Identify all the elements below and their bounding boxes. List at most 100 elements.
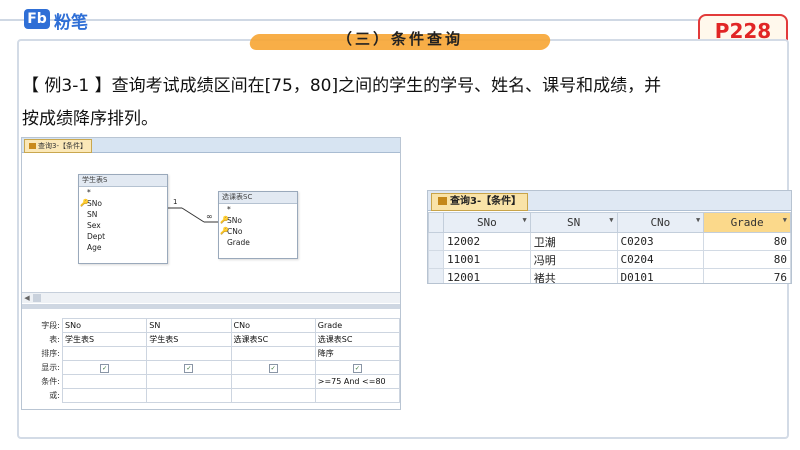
table-field[interactable]: *	[219, 204, 297, 215]
student-table-fields: * 🔑 SNo SN Sex Dept Age	[79, 187, 167, 253]
horizontal-scrollbar[interactable]: ◀	[22, 292, 400, 303]
design-grid-cell[interactable]	[146, 346, 232, 361]
fenbi-logo-icon: Fb	[24, 9, 50, 29]
design-grid-cell[interactable]	[230, 374, 316, 389]
table-field-name: Sex	[87, 221, 101, 230]
design-grid-cell[interactable]: 学生表S	[61, 332, 148, 347]
result-cell[interactable]: 褚共	[529, 268, 618, 283]
primary-key-icon: 🔑	[80, 199, 89, 207]
dropdown-arrow-icon[interactable]: ▼	[783, 216, 787, 224]
scroll-left-icon[interactable]: ◀	[23, 294, 31, 302]
design-grid-cell[interactable]: >=75 And <=80	[314, 374, 400, 389]
student-table-box[interactable]: 学生表S * 🔑 SNo SN Sex Dept Age	[78, 174, 168, 264]
design-grid-cell[interactable]	[230, 346, 316, 361]
table-row[interactable]: 11001 冯明 C0204 80	[428, 250, 791, 269]
table-row[interactable]: 12001 褚共 D0101 76	[428, 268, 791, 283]
design-grid-cell[interactable]	[61, 374, 148, 389]
design-grid-cell[interactable]: SN	[146, 318, 232, 333]
column-header-cno[interactable]: CNo ▼	[616, 212, 705, 233]
table-field[interactable]: 🔑 SNo	[79, 198, 167, 209]
table-field-name: CNo	[227, 227, 243, 236]
row-selector-header	[428, 212, 444, 233]
column-header-grade[interactable]: Grade ▼	[703, 212, 791, 233]
table-field[interactable]: 🔑 CNo	[219, 226, 297, 237]
design-grid-cell[interactable]: 选课表SC	[230, 332, 316, 347]
result-cell[interactable]: 12001	[443, 268, 531, 283]
result-cell[interactable]: 80	[703, 250, 791, 269]
query-design-window: 查询3-【条件】 1 ∞ 学生表S * 🔑 SNo SN Sex Dept Age 选课表S…	[21, 137, 401, 410]
show-checkbox[interactable]: ✓	[100, 363, 110, 373]
design-grid-row: 显示: ✓ ✓ ✓ ✓	[22, 360, 400, 375]
scroll-thumb[interactable]	[33, 294, 41, 302]
show-checkbox[interactable]: ✓	[184, 363, 194, 373]
dropdown-arrow-icon[interactable]: ▼	[696, 216, 700, 224]
design-grid-row-label: 显示:	[22, 360, 63, 375]
result-cell[interactable]: 卫潮	[529, 232, 618, 251]
design-grid-cell[interactable]: 选课表SC	[314, 332, 400, 347]
query-icon	[438, 197, 447, 205]
table-field-name: SNo	[227, 216, 242, 225]
table-field[interactable]: Age	[79, 242, 167, 253]
course-table-fields: * 🔑 SNo 🔑 CNo Grade	[219, 204, 297, 248]
result-tab[interactable]: 查询3-【条件】	[431, 193, 529, 211]
design-grid-row: 或:	[22, 388, 400, 403]
row-selector[interactable]	[428, 232, 444, 251]
design-grid-row: 条件: >=75 And <=80	[22, 374, 400, 389]
table-field-name: *	[227, 205, 231, 214]
design-grid-cell[interactable]: Grade	[314, 318, 400, 333]
result-cell[interactable]: C0204	[616, 250, 705, 269]
query-design-grid: 字段: SNo SN CNo Grade 表: 学生表S 学生表S 选课表SC 选课表SC 排序: 降…	[22, 318, 400, 403]
design-grid-cell[interactable]: 学生表S	[146, 332, 232, 347]
design-grid-cell[interactable]: ✓	[230, 360, 316, 375]
design-grid-cell[interactable]: ✓	[61, 360, 148, 375]
design-grid-cell[interactable]: 降序	[314, 346, 400, 361]
dropdown-arrow-icon[interactable]: ▼	[523, 216, 527, 224]
show-checkbox[interactable]: ✓	[352, 363, 362, 373]
design-grid-cell[interactable]: ✓	[146, 360, 232, 375]
show-checkbox[interactable]: ✓	[268, 363, 278, 373]
design-grid-cell[interactable]: ✓	[314, 360, 400, 375]
design-grid-cell[interactable]	[61, 388, 148, 403]
primary-key-icon: 🔑	[220, 227, 229, 235]
table-field[interactable]: SN	[79, 209, 167, 220]
result-cell[interactable]: 12002	[443, 232, 531, 251]
result-cell[interactable]: 80	[703, 232, 791, 251]
table-field[interactable]: Grade	[219, 237, 297, 248]
table-row[interactable]: 12002 卫潮 C0203 80	[428, 232, 791, 251]
column-header-sn[interactable]: SN ▼	[529, 212, 618, 233]
design-grid-cell[interactable]	[314, 388, 400, 403]
result-cell[interactable]: 冯明	[529, 250, 618, 269]
section-title-text: （三）条件查询	[336, 30, 463, 48]
design-grid-cell[interactable]: SNo	[61, 318, 148, 333]
table-field-name: *	[87, 188, 91, 197]
table-field[interactable]: Dept	[79, 231, 167, 242]
design-grid-cell[interactable]	[61, 346, 148, 361]
column-header-sno[interactable]: SNo ▼	[443, 212, 531, 233]
section-title: （三）条件查询	[248, 24, 552, 54]
column-header-label: CNo	[650, 216, 671, 229]
result-cell[interactable]: 76	[703, 268, 791, 283]
dropdown-arrow-icon[interactable]: ▼	[609, 216, 613, 224]
table-field[interactable]: *	[79, 187, 167, 198]
design-grid-cell[interactable]	[230, 388, 316, 403]
table-field[interactable]: 🔑 SNo	[219, 215, 297, 226]
relation-one-label: 1	[173, 198, 177, 206]
question-text: 【 例3-1 】查询考试成绩区间在[75，80]之间的学生的学号、姓名、课号和成…	[22, 70, 782, 136]
result-cell[interactable]: C0203	[616, 232, 705, 251]
row-selector[interactable]	[428, 250, 444, 269]
table-field-name: SN	[87, 210, 98, 219]
row-selector[interactable]	[428, 268, 444, 283]
course-table-box[interactable]: 选课表SC * 🔑 SNo 🔑 CNo Grade	[218, 191, 298, 259]
pane-splitter[interactable]	[22, 304, 400, 309]
design-grid-cell[interactable]: CNo	[230, 318, 316, 333]
result-cell[interactable]: D0101	[616, 268, 705, 283]
table-field[interactable]: Sex	[79, 220, 167, 231]
result-cell[interactable]: 11001	[443, 250, 531, 269]
design-grid-cell[interactable]	[146, 374, 232, 389]
table-field-name: Age	[87, 243, 102, 252]
question-line-2: 按成绩降序排列。	[22, 109, 158, 129]
student-table-title: 学生表S	[79, 175, 167, 187]
result-datasheet: SNo ▼ SN ▼ CNo ▼ Grade ▼ 12002 卫潮 C0203 80 11001 冯明 C…	[428, 212, 791, 283]
design-grid-cell[interactable]	[146, 388, 232, 403]
header-divider	[0, 19, 720, 21]
